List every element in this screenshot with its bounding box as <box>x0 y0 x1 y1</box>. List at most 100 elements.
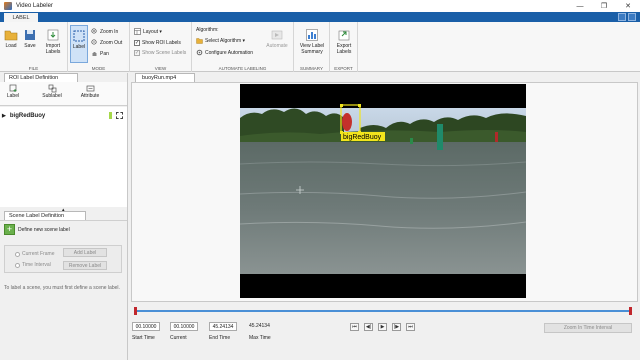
configure-automation-button[interactable]: Configure Automation <box>196 49 253 56</box>
export-icon <box>338 30 350 41</box>
max-time-label: Max Time <box>249 335 271 341</box>
export-section-label: EXPORT <box>334 66 353 71</box>
end-time-field[interactable]: 45.24134 <box>209 322 237 331</box>
show-roi-labels-checkbox[interactable]: ✓ Show ROI Labels <box>134 40 181 46</box>
end-time-label: End Time <box>209 335 231 341</box>
next-frame-button[interactable]: |▶ <box>392 323 401 331</box>
app-icon <box>4 2 12 10</box>
radio-icon <box>15 262 20 268</box>
add-roi-label-icon <box>9 84 16 92</box>
quick-access-icon[interactable] <box>618 13 626 21</box>
maximize-button[interactable]: ❐ <box>592 0 616 12</box>
work-area: buoyRun.mp4 bigRedBuoy 00.10000 Start Ti… <box>129 73 640 360</box>
folder-icon <box>4 30 18 41</box>
checkbox-checked-icon: ✓ <box>134 40 140 46</box>
save-icon <box>25 30 35 40</box>
title-bar: Video Labeler — ❐ ✕ <box>0 0 640 12</box>
minimize-button[interactable]: — <box>568 0 592 12</box>
zoom-in-icon <box>91 28 97 34</box>
view-section: Layout ▾ ✓ Show ROI Labels ✓ Show Scene … <box>130 22 192 72</box>
start-time-field[interactable]: 00.10000 <box>132 322 160 331</box>
zoom-out-icon <box>91 39 97 45</box>
scene-panel: Scene Label Definition + Define new scen… <box>0 211 127 360</box>
view-label-summary-button[interactable]: View Label Summary <box>297 28 327 55</box>
zoom-out-button[interactable]: Zoom Out <box>91 39 122 46</box>
pan-button[interactable]: Pan <box>91 50 109 57</box>
automate-section-label: AUTOMATE LABELING <box>218 66 267 71</box>
add-label-button[interactable]: Label <box>4 84 22 99</box>
scene-options-box: Current Frame Time Interval Add Label Re… <box>4 245 122 273</box>
show-scene-labels-checkbox[interactable]: ✓ Show Scene Labels <box>134 50 186 56</box>
tab-roi-label-definition[interactable]: ROI Label Definition <box>4 73 78 82</box>
add-label-button[interactable]: Add Label <box>63 248 107 257</box>
sublabel-icon <box>48 84 56 93</box>
save-button[interactable]: Save <box>22 28 38 49</box>
automate-button[interactable]: Automate <box>264 28 290 49</box>
label-color-swatch <box>109 112 112 119</box>
import-icon <box>47 29 59 41</box>
last-frame-button[interactable]: ⏭ <box>406 323 415 331</box>
attribute-icon <box>86 85 94 92</box>
export-section: Export Labels EXPORT <box>330 22 358 72</box>
tab-label[interactable]: LABEL <box>4 13 38 22</box>
zoom-in-time-interval-button[interactable]: Zoom In Time Interval <box>544 323 632 333</box>
summary-section-label: SUMMARY <box>300 66 323 71</box>
window-title: Video Labeler <box>16 3 53 9</box>
time-track <box>134 310 632 312</box>
play-button[interactable]: ▶ <box>378 323 387 331</box>
ribbon: Load Save Import Labels FILE Label Zoom … <box>0 22 640 72</box>
layout-icon <box>134 28 141 35</box>
roi-label-item[interactable]: ▶ bigRedBuoy <box>2 111 124 120</box>
previous-frame-button[interactable]: ◀| <box>364 323 373 331</box>
time-slider[interactable] <box>134 305 632 317</box>
label-mode-button[interactable]: Label <box>70 25 88 63</box>
expand-arrow-icon[interactable]: ▶ <box>2 113 6 119</box>
first-frame-button[interactable]: ⏮ <box>350 323 359 331</box>
automate-section: Algorithm: Select Algorithm ▾ Configure … <box>192 22 294 72</box>
remove-label-button[interactable]: Remove Label <box>63 261 107 270</box>
current-frame-radio[interactable]: Current Frame <box>15 251 55 257</box>
video-frame[interactable]: bigRedBuoy <box>240 84 526 298</box>
view-section-label: VIEW <box>154 66 167 71</box>
roi-label-list: ▶ bigRedBuoy <box>0 107 127 207</box>
tab-scene-label-definition[interactable]: Scene Label Definition <box>4 211 86 220</box>
add-attribute-button[interactable]: Attribute <box>78 84 102 99</box>
radio-icon <box>15 251 20 257</box>
current-time-label: Current <box>170 335 187 341</box>
import-labels-button[interactable]: Import Labels <box>42 28 64 55</box>
window-controls: — ❐ ✕ <box>568 0 640 12</box>
summary-section: View Label Summary SUMMARY <box>294 22 330 72</box>
file-section-label: FILE <box>28 66 39 71</box>
folder-icon <box>196 38 203 44</box>
video-image: bigRedBuoy <box>240 84 526 298</box>
roi-rectangle-icon <box>116 112 123 119</box>
define-new-scene-row[interactable]: + Define new scene label <box>4 224 70 235</box>
add-scene-icon[interactable]: + <box>4 224 15 235</box>
time-interval-radio[interactable]: Time Interval <box>15 262 51 268</box>
start-time-label: Start Time <box>132 335 155 341</box>
tab-buoyrun-video[interactable]: buoyRun.mp4 <box>135 73 195 82</box>
export-labels-button[interactable]: Export Labels <box>332 28 356 55</box>
file-section: Load Save Import Labels FILE <box>0 22 68 72</box>
checkbox-checked-icon: ✓ <box>134 50 140 56</box>
end-time-marker[interactable] <box>629 307 632 315</box>
current-time-field[interactable]: 00.10000 <box>170 322 198 331</box>
left-panel: ROI Label Definition Label Sublabel Attr… <box>0 73 128 360</box>
algorithm-label: Algorithm: <box>196 27 219 33</box>
help-icon[interactable] <box>628 13 636 21</box>
gear-icon <box>196 49 203 56</box>
load-button[interactable]: Load <box>3 28 19 49</box>
close-button[interactable]: ✕ <box>616 0 640 12</box>
label-mode-icon <box>73 30 85 42</box>
mode-section: Label Zoom In Zoom Out Pan MODE <box>68 22 130 72</box>
select-algorithm-dropdown[interactable]: Select Algorithm ▾ <box>196 37 245 44</box>
layout-dropdown[interactable]: Layout ▾ <box>134 28 162 35</box>
start-time-marker[interactable] <box>134 307 137 315</box>
add-sublabel-button[interactable]: Sublabel <box>40 84 64 99</box>
zoom-in-button[interactable]: Zoom In <box>91 28 118 35</box>
summary-chart-icon <box>306 29 318 41</box>
roi-box-label: bigRedBuoy <box>343 134 382 141</box>
toolstrip-tabs: LABEL <box>0 12 640 22</box>
roi-toolbar: Label Sublabel Attribute <box>0 82 127 106</box>
automate-icon <box>271 30 283 40</box>
